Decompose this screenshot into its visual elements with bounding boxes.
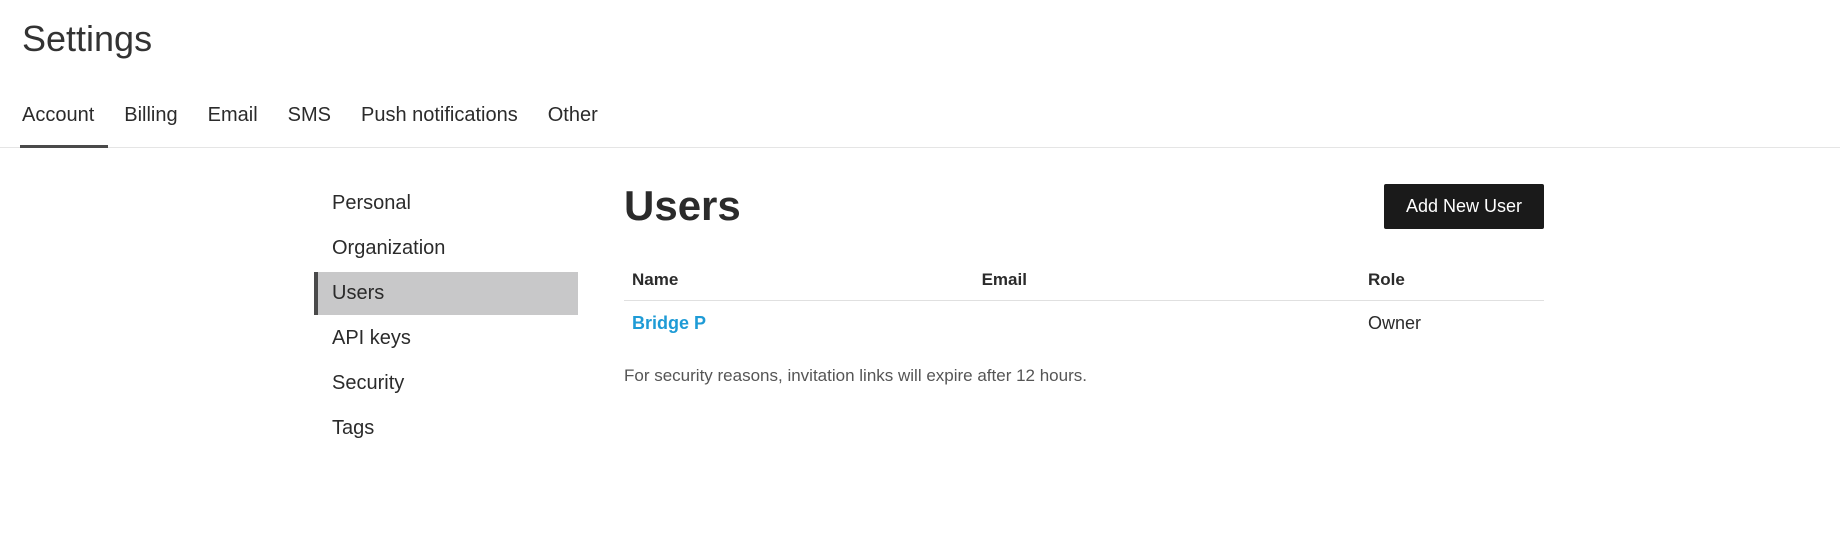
tab-account[interactable]: Account	[22, 94, 94, 147]
tab-other[interactable]: Other	[548, 94, 598, 147]
user-link[interactable]: Bridge P	[632, 313, 706, 333]
tab-push-notifications[interactable]: Push notifications	[361, 94, 518, 147]
sidebar-item-security[interactable]: Security	[314, 362, 578, 405]
content: Personal Organization Users API keys Sec…	[0, 148, 1840, 452]
column-header-email: Email	[974, 260, 1360, 301]
tab-billing[interactable]: Billing	[124, 94, 177, 147]
table-row: Bridge P Owner	[624, 301, 1544, 347]
column-header-role: Role	[1360, 260, 1544, 301]
main-panel: Users Add New User Name Email Role Bridg…	[580, 182, 1840, 452]
sidebar-item-tags[interactable]: Tags	[314, 407, 578, 450]
security-note: For security reasons, invitation links w…	[624, 366, 1544, 386]
sidebar: Personal Organization Users API keys Sec…	[0, 182, 580, 452]
main-title: Users	[624, 182, 741, 230]
table-header-row: Name Email Role	[624, 260, 1544, 301]
cell-email	[974, 301, 1360, 347]
sidebar-item-personal[interactable]: Personal	[314, 182, 578, 225]
tab-email[interactable]: Email	[208, 94, 258, 147]
sidebar-item-users[interactable]: Users	[314, 272, 578, 315]
cell-name: Bridge P	[624, 301, 974, 347]
column-header-name: Name	[624, 260, 974, 301]
sidebar-item-api-keys[interactable]: API keys	[314, 317, 578, 360]
main-header: Users Add New User	[624, 182, 1544, 230]
sidebar-item-organization[interactable]: Organization	[314, 227, 578, 270]
top-tabs: Account Billing Email SMS Push notificat…	[0, 66, 1840, 148]
add-new-user-button[interactable]: Add New User	[1384, 184, 1544, 229]
cell-role: Owner	[1360, 301, 1544, 347]
users-table: Name Email Role Bridge P Owner	[624, 260, 1544, 346]
page-title: Settings	[0, 0, 1840, 60]
tab-sms[interactable]: SMS	[288, 94, 331, 147]
